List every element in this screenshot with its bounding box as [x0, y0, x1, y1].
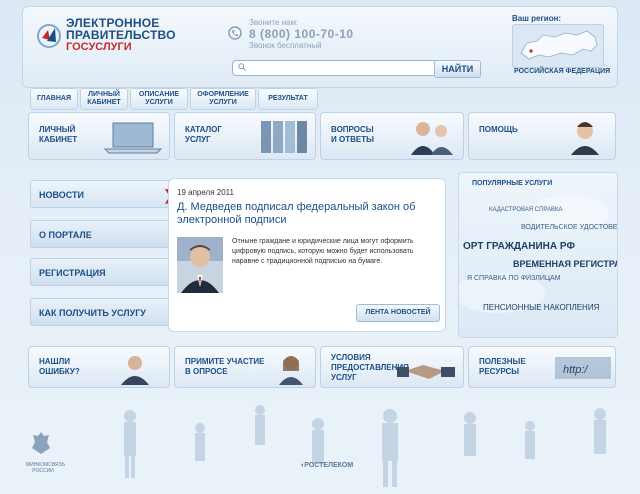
search-input[interactable]: [232, 60, 440, 76]
popular-service-link[interactable]: ОРТ ГРАЖДАНИНА РФ: [463, 241, 575, 252]
people-silhouettes: [124, 405, 606, 487]
bottom-tile-survey[interactable]: ПРИМИТЕ УЧАСТИЕ В ОПРОСЕ: [174, 346, 316, 388]
search-button[interactable]: НАЙТИ: [434, 60, 481, 78]
sidebar-item-label: КАК ПОЛУЧИТЬ УСЛУГУ: [39, 308, 146, 318]
nav-tile-help[interactable]: ПОМОЩЬ: [468, 112, 616, 160]
news-date: 19 апреля 2011: [177, 188, 234, 197]
news-photo[interactable]: [177, 237, 223, 293]
news-title[interactable]: Д. Медведев подписал федеральный закон о…: [177, 201, 437, 227]
breadcrumb-item-cabinet[interactable]: ЛИЧНЫЙ КАБИНЕТ: [80, 88, 128, 110]
bottom-tile-report-error[interactable]: НАШЛИ ОШИБКУ?: [28, 346, 170, 388]
russia-map-icon: [520, 30, 598, 60]
sidebar-item-label: РЕГИСТРАЦИЯ: [39, 268, 106, 278]
popular-service-link[interactable]: КАДАСТРОВАЯ СПРАВКА: [489, 207, 563, 213]
breadcrumb-item-result[interactable]: РЕЗУЛЬТАТ: [258, 88, 318, 110]
breadcrumb-item-description[interactable]: ОПИСАНИЕ УСЛУГИ: [130, 88, 188, 110]
sidebar: НОВОСТИ ❯ О ПОРТАЛЕ РЕГИСТРАЦИЯ КАК ПОЛУ…: [22, 170, 180, 332]
breadcrumb-item-processing[interactable]: ОФОРМЛЕНИЕ УСЛУГИ: [190, 88, 256, 110]
sidebar-item-news[interactable]: НОВОСТИ ❯: [30, 180, 180, 208]
phone-caption: Звоните нам:: [249, 18, 299, 27]
region-map[interactable]: [512, 24, 604, 68]
popular-service-link[interactable]: Я СПРАВКА ПО ФИЗЛИЦАМ: [467, 275, 561, 282]
sidebar-item-how-to[interactable]: КАК ПОЛУЧИТЬ УСЛУГУ: [30, 298, 180, 326]
people-icon: [411, 122, 453, 155]
bottom-tile-resources[interactable]: ПОЛЕЗНЫЕ РЕСУРСЫ http:/: [468, 346, 616, 388]
phone-number: 8 (800) 100-70-10: [249, 27, 354, 41]
sidebar-item-label: НОВОСТИ: [39, 190, 85, 200]
operator-icon: [571, 122, 599, 155]
main-nav: ЛИЧНЫЙ КАБИНЕТ КАТАЛОГ УСЛУГ ВОПРОСЫ И ОТВЕ…: [22, 112, 616, 160]
popular-service-link[interactable]: ВРЕМЕННАЯ РЕГИСТРАЦ: [513, 259, 617, 269]
phone-note: Звонок бесплатный: [249, 41, 322, 50]
nav-tile-catalog[interactable]: КАТАЛОГ УСЛУГ: [174, 112, 316, 160]
provider-logo[interactable]: ◖РОСТЕЛЕКОМ: [300, 462, 353, 469]
svg-text:http:/: http:/: [563, 364, 588, 376]
popular-services-title: ПОПУЛЯРНЫЕ УСЛУГИ: [472, 180, 553, 187]
site-title-line2: ПРАВИТЕЛЬСТВО: [66, 28, 176, 42]
sidebar-item-about[interactable]: О ПОРТАЛЕ: [30, 220, 180, 248]
coat-of-arms-icon: [32, 432, 50, 454]
cloud-icon: [459, 195, 609, 313]
phone-icon: [228, 26, 242, 40]
region-name[interactable]: РОССИЙСКАЯ ФЕДЕРАЦИЯ: [514, 68, 610, 75]
man-icon: [121, 356, 149, 385]
news-feed-button[interactable]: ЛЕНТА НОВОСТЕЙ: [356, 304, 440, 322]
sidebar-item-registration[interactable]: РЕГИСТРАЦИЯ: [30, 258, 180, 286]
folders-icon: [261, 121, 307, 153]
nav-tile-cabinet[interactable]: ЛИЧНЫЙ КАБИНЕТ: [28, 112, 170, 160]
woman-icon: [279, 356, 303, 385]
ministry-label: МИНКОМСВЯЗЬ РОССИИ: [26, 462, 65, 474]
bottom-tile-label: ПОЛЕЗНЫЕ РЕСУРСЫ: [479, 357, 526, 376]
bottom-tile-terms[interactable]: УСЛОВИЯ ПРЕДОСТАВЛЕНИЯ УСЛУГ: [320, 346, 464, 388]
nav-tile-faq[interactable]: ВОПРОСЫ И ОТВЕТЫ: [320, 112, 464, 160]
web-address-icon: http:/: [555, 357, 611, 379]
region-caption: Ваш регион:: [512, 14, 562, 23]
site-subtitle: ГОСУСЛУГИ: [66, 41, 132, 53]
popular-service-link[interactable]: ПЕНСИОННЫЕ НАКОПЛЕНИЯ: [483, 303, 599, 312]
laptop-icon: [103, 122, 163, 154]
nav-tile-label: ПОМОЩЬ: [479, 125, 518, 134]
logo-icon[interactable]: [36, 22, 62, 50]
sidebar-item-label: О ПОРТАЛЕ: [39, 230, 92, 240]
popular-service-link[interactable]: ВОДИТЕЛЬСКОЕ УДОСТОВЕ: [521, 224, 617, 231]
search-icon: [238, 63, 246, 71]
handshake-icon: [397, 365, 455, 379]
breadcrumb-item-home[interactable]: ГЛАВНАЯ: [30, 88, 78, 110]
site-title[interactable]: ЭЛЕКТРОННОЕ ПРАВИТЕЛЬСТВО: [66, 17, 176, 41]
popular-services-panel: КАДАСТРОВАЯ СПРАВКА ВОДИТЕЛЬСКОЕ УДОСТОВ…: [458, 172, 618, 338]
bottom-nav: НАШЛИ ОШИБКУ? ПРИМИТЕ УЧАСТИЕ В ОПРОСЕ УСЛ…: [22, 346, 616, 390]
news-text: Отныне граждане и юридические лица могут…: [232, 238, 414, 265]
